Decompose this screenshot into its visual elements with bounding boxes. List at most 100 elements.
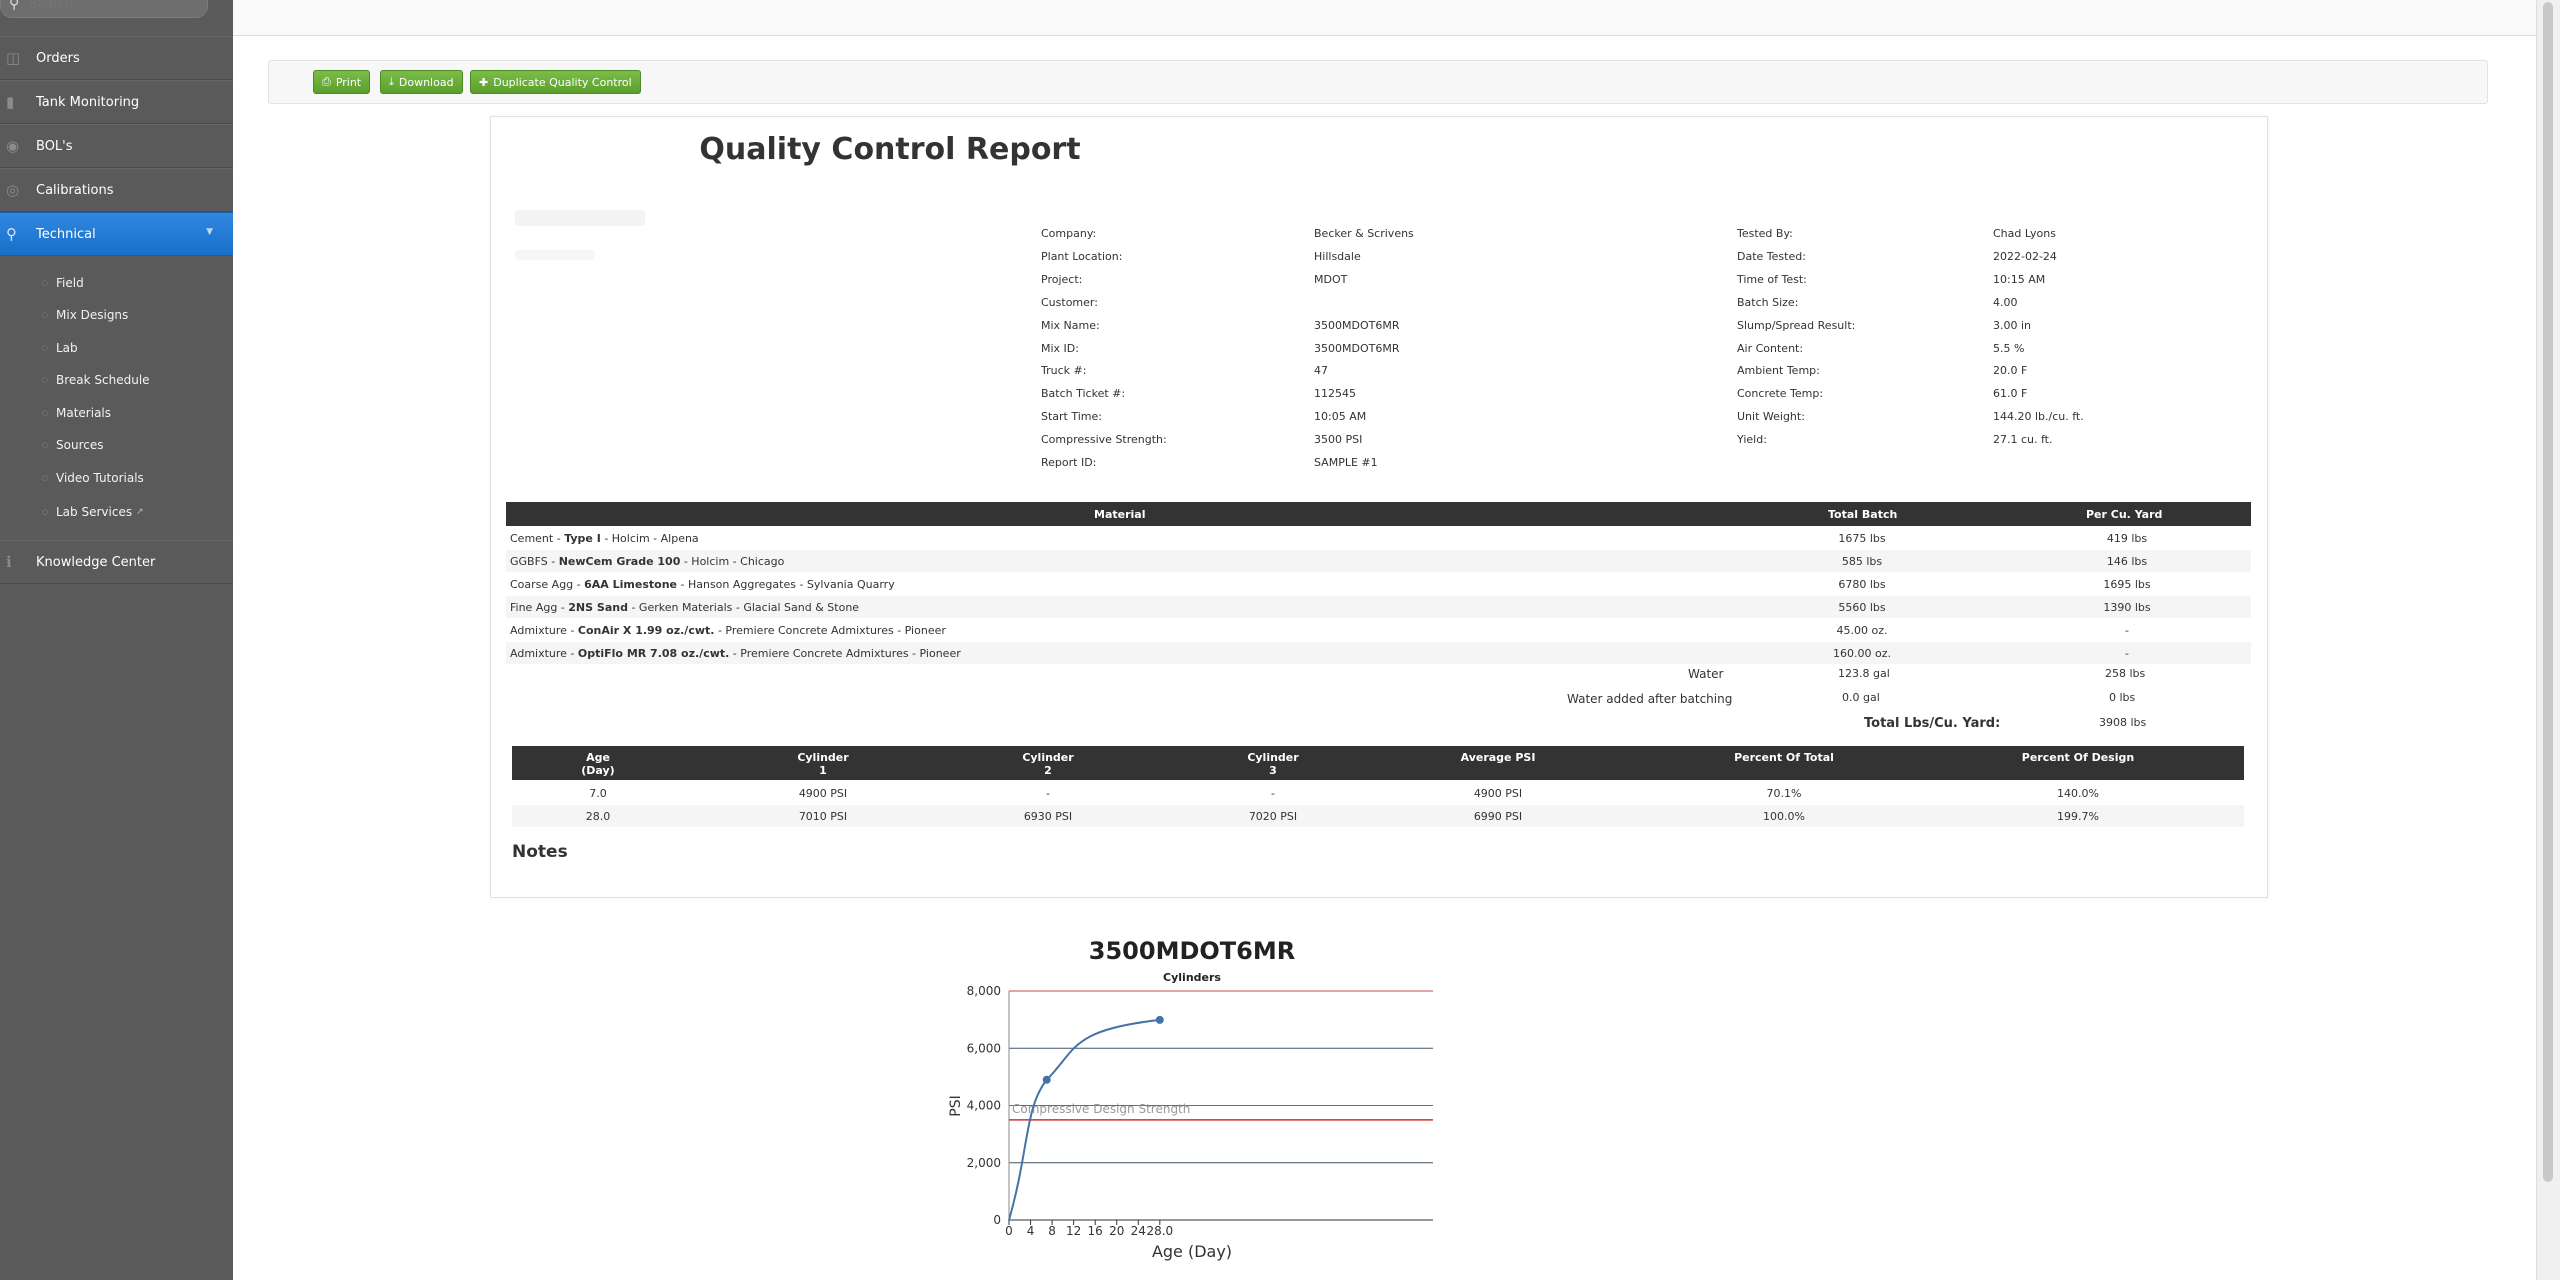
- table-cell: 6930 PSI: [1023, 810, 1073, 823]
- bullet-icon: ○: [41, 344, 48, 352]
- material-name: GGBFS - NewCem Grade 100 - Holcim - Chic…: [510, 555, 784, 568]
- table-cell: 4900 PSI: [1473, 787, 1523, 800]
- material-source: - Premiere Concrete Admixtures - Pioneer: [714, 623, 946, 637]
- table-row: GGBFS - NewCem Grade 100 - Holcim - Chic…: [506, 549, 2251, 572]
- column-header: Average PSI: [1398, 751, 1598, 764]
- sidebar-item-knowledge-center[interactable]: ℹ Knowledge Center: [0, 540, 233, 584]
- search-input[interactable]: [29, 0, 199, 14]
- download-button[interactable]: ⤓ Download: [380, 70, 463, 94]
- table-cell: -: [1046, 787, 1050, 800]
- sidebar-item-technical[interactable]: ⚲ Technical ▼: [0, 212, 233, 256]
- sidebar-item-bols[interactable]: ◉ BOL's: [0, 124, 233, 168]
- sidebar-subitem-label: Lab Services: [56, 505, 133, 519]
- material-product: OptiFlo MR 7.08 oz./cwt.: [577, 646, 730, 660]
- external-link-icon: ↗: [136, 507, 144, 517]
- field-value: 3500 PSI: [1314, 433, 1363, 447]
- data-point: [1042, 1075, 1051, 1084]
- scrollbar-thumb[interactable]: [2543, 2, 2553, 1182]
- material-product: NewCem Grade 100: [558, 554, 681, 568]
- field-value: Becker & Scrivens: [1314, 227, 1414, 240]
- company-logo-subtitle: [515, 250, 595, 260]
- per-yard-cell: 1390 lbs: [2103, 600, 2151, 614]
- x-tick-label: 24: [1131, 1224, 1146, 1238]
- design-strength-label: Compressive Design Strength: [1012, 1102, 1190, 1116]
- sidebar-subitem-label: Mix Designs: [56, 308, 129, 322]
- sidebar-subitem-sources[interactable]: ○ Sources: [0, 429, 233, 461]
- duplicate-quality-control-button[interactable]: ✚ Duplicate Quality Control: [470, 70, 641, 94]
- bol-icon: ◉: [6, 137, 20, 155]
- field-label: Air Content:: [1737, 341, 1804, 355]
- sidebar-item-tank-monitoring[interactable]: ▮ Tank Monitoring: [0, 80, 233, 124]
- plus-icon: ✚: [479, 75, 489, 89]
- field-value: 47: [1314, 364, 1328, 378]
- total-lbs-label: Total Lbs/Cu. Yard:: [1864, 716, 2001, 731]
- search-box: ⚲: [0, 0, 208, 18]
- table-row: Admixture - OptiFlo MR 7.08 oz./cwt. - P…: [506, 641, 2251, 664]
- field-value: 5.5 %: [1993, 341, 2025, 355]
- field-label: Project:: [1041, 272, 1083, 286]
- column-header-line1: Cylinder: [1022, 751, 1074, 764]
- sidebar-item-label: Orders: [36, 50, 80, 66]
- table-cell: 7010 PSI: [798, 810, 848, 823]
- per-yard-cell: -: [2125, 623, 2129, 637]
- sidebar-item-orders[interactable]: ◫ Orders: [0, 36, 233, 80]
- material-source: - Premiere Concrete Admixtures - Pioneer: [729, 646, 961, 660]
- sidebar-subitem-lab[interactable]: ○ Lab: [0, 332, 233, 364]
- table-cell: 140.0%: [2057, 787, 2099, 800]
- notes-heading: Notes: [512, 842, 568, 862]
- sidebar-item-calibrations[interactable]: ◎ Calibrations: [0, 168, 233, 212]
- sidebar-subitem-lab-services[interactable]: ○ Lab Services ↗: [0, 496, 233, 528]
- field-label: Plant Location:: [1041, 249, 1123, 263]
- x-tick-label: 0: [1005, 1224, 1013, 1238]
- bullet-icon: ○: [41, 474, 48, 482]
- field-label: Concrete Temp:: [1737, 387, 1824, 401]
- sidebar-item-label: Knowledge Center: [36, 554, 156, 570]
- column-header-material: Material: [1094, 508, 1146, 521]
- orders-icon: ◫: [6, 49, 21, 67]
- report-toolbar: ⎙ Print ⤓ Download ✚ Duplicate Quality C…: [268, 60, 2488, 104]
- field-value: 27.1 cu. ft.: [1993, 433, 2053, 447]
- column-header-line1: Percent Of Design: [2021, 751, 2135, 764]
- y-tick-label: 2,000: [967, 1156, 1001, 1170]
- field-value: 3500MDOT6MR: [1314, 318, 1400, 332]
- field-label: Batch Ticket #:: [1041, 387, 1126, 401]
- y-tick-label: 6,000: [967, 1041, 1001, 1055]
- water-label: Water: [1688, 667, 1724, 681]
- field-label: Customer:: [1041, 295, 1098, 309]
- column-header: Cylinder 3: [1173, 751, 1373, 777]
- x-tick-label: 28.0: [1146, 1224, 1173, 1238]
- material-type: Coarse Agg -: [510, 577, 585, 591]
- sidebar-subitem-label: Field: [56, 276, 84, 290]
- table-row: Fine Agg - 2NS Sand - Gerken Materials -…: [506, 595, 2251, 618]
- column-header: Cylinder 1: [723, 751, 923, 777]
- chart-subtitle: Cylinders: [1163, 971, 1221, 984]
- sidebar-subitem-break-schedule[interactable]: ○ Break Schedule: [0, 364, 233, 396]
- per-yard-cell: 1695 lbs: [2103, 577, 2151, 591]
- material-source: - Holcim - Chicago: [680, 554, 785, 568]
- calibration-icon: ◎: [6, 181, 20, 199]
- search-icon: ⚲: [9, 0, 20, 12]
- bullet-icon: ○: [41, 279, 48, 287]
- per-yard-cell: -: [2125, 646, 2129, 660]
- y-axis-label: PSI: [948, 1095, 964, 1116]
- table-cell: 7.0: [589, 787, 607, 800]
- material-type: GGBFS -: [510, 554, 559, 568]
- sidebar-subitem-label: Lab: [56, 341, 78, 355]
- page-scrollbar[interactable]: [2536, 0, 2560, 1280]
- column-header-total-batch: Total Batch: [1828, 508, 1898, 521]
- sidebar-subitem-field[interactable]: ○ Field: [0, 267, 233, 299]
- print-button[interactable]: ⎙ Print: [313, 70, 371, 94]
- field-value: 4.00: [1993, 295, 2018, 309]
- table-cell: 6990 PSI: [1473, 810, 1523, 823]
- sidebar-subitem-materials[interactable]: ○ Materials: [0, 397, 233, 429]
- x-tick-label: 8: [1048, 1224, 1056, 1238]
- field-value: 2022-02-24: [1993, 249, 2057, 263]
- field-value: 3500MDOT6MR: [1314, 341, 1400, 355]
- sidebar-subitem-label: Video Tutorials: [56, 471, 144, 485]
- water-added-label: Water added after batching: [1567, 692, 1733, 706]
- material-source: - Hanson Aggregates - Sylvania Quarry: [677, 577, 895, 591]
- sidebar-subitem-video-tutorials[interactable]: ○ Video Tutorials: [0, 462, 233, 494]
- field-label: Yield:: [1737, 433, 1767, 447]
- sidebar-item-label: Technical: [36, 226, 96, 242]
- sidebar-subitem-mix-designs[interactable]: ○ Mix Designs: [0, 299, 233, 331]
